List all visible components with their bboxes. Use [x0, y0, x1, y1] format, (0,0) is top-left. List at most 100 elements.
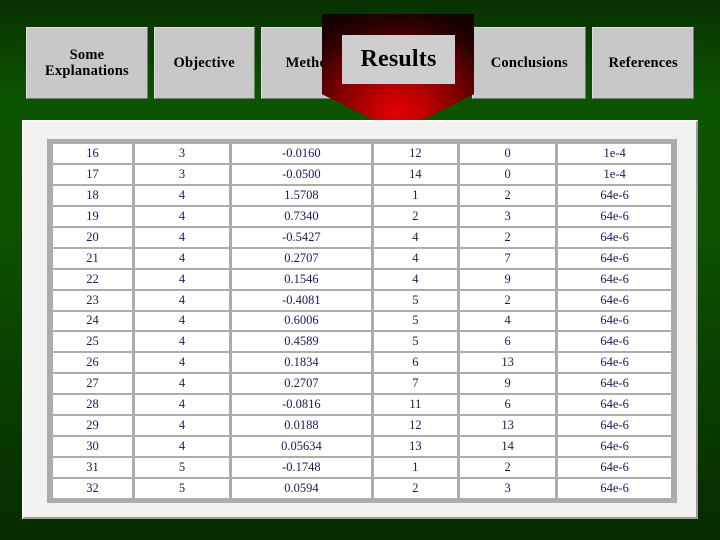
table-cell-count_a: 6 [373, 353, 457, 373]
table-cell-level: 5 [134, 479, 230, 498]
table-cell-count_b: 6 [459, 395, 556, 415]
table-cell-count_b: 2 [459, 458, 556, 477]
table-cell-tolerance: 64e-6 [558, 395, 671, 415]
table-cell-tolerance: 64e-6 [558, 290, 671, 310]
table-cell-count_b: 13 [459, 353, 556, 373]
table-cell-index: 17 [53, 164, 132, 184]
table-cell-count_b: 9 [459, 374, 556, 394]
table-row: 32 5 0.0594 2 3 64e-6 [53, 479, 671, 498]
table-cell-value: -0.1748 [232, 458, 371, 477]
table-cell-count_b: 7 [459, 248, 556, 268]
table-cell-tolerance: 64e-6 [558, 185, 671, 205]
nav-tab-results-label: Results [360, 46, 437, 72]
table-cell-level: 3 [134, 164, 230, 184]
table-cell-value: 0.1834 [232, 353, 371, 373]
table-cell-level: 4 [134, 416, 230, 436]
table-cell-count_a: 4 [373, 248, 457, 268]
table-cell-index: 19 [53, 206, 132, 226]
table-row: 20 4 -0.5427 4 2 64e-6 [53, 227, 671, 247]
table-cell-count_a: 11 [373, 395, 457, 415]
table-cell-value: -0.0160 [232, 144, 371, 163]
table-cell-index: 20 [53, 227, 132, 247]
table-cell-count_a: 4 [373, 227, 457, 247]
table-row: 24 4 0.6006 5 4 64e-6 [53, 311, 671, 331]
table-row: 28 4 -0.0816 11 6 64e-6 [53, 395, 671, 415]
table-cell-count_b: 9 [459, 269, 556, 289]
table-cell-index: 30 [53, 437, 132, 457]
table-cell-value: 0.1546 [232, 269, 371, 289]
table-cell-value: 0.7340 [232, 206, 371, 226]
table-row: 31 5 -0.1748 1 2 64e-6 [53, 458, 671, 477]
table-cell-count_b: 3 [459, 479, 556, 498]
table-cell-count_a: 2 [373, 479, 457, 498]
table-cell-level: 4 [134, 374, 230, 394]
table-cell-tolerance: 64e-6 [558, 479, 671, 498]
table-cell-index: 25 [53, 332, 132, 352]
table-cell-level: 4 [134, 248, 230, 268]
table-cell-index: 23 [53, 290, 132, 310]
table-cell-count_b: 4 [459, 311, 556, 331]
table-row: 23 4 -0.4081 5 2 64e-6 [53, 290, 671, 310]
table-cell-count_a: 1 [373, 185, 457, 205]
table-cell-tolerance: 64e-6 [558, 269, 671, 289]
table-cell-index: 18 [53, 185, 132, 205]
table-cell-count_a: 12 [373, 416, 457, 436]
table-cell-value: 0.0594 [232, 479, 371, 498]
table-cell-count_a: 5 [373, 311, 457, 331]
table-cell-count_a: 2 [373, 206, 457, 226]
table-cell-tolerance: 64e-6 [558, 458, 671, 477]
table-row: 18 4 1.5708 1 2 64e-6 [53, 185, 671, 205]
table-cell-level: 4 [134, 185, 230, 205]
table-cell-value: -0.0500 [232, 164, 371, 184]
results-table: 16 3 -0.0160 12 0 1e-4 17 3 -0.0500 14 0 1e-4 18 4 1.5… [50, 142, 674, 500]
table-cell-value: 0.2707 [232, 374, 371, 394]
table-cell-tolerance: 64e-6 [558, 437, 671, 457]
table-cell-index: 32 [53, 479, 132, 498]
table-row: 25 4 0.4589 5 6 64e-6 [53, 332, 671, 352]
table-cell-count_a: 5 [373, 332, 457, 352]
table-cell-count_a: 12 [373, 144, 457, 163]
table-cell-count_a: 4 [373, 269, 457, 289]
table-cell-count_b: 14 [459, 437, 556, 457]
table-cell-count_a: 5 [373, 290, 457, 310]
table-cell-tolerance: 1e-4 [558, 144, 671, 163]
table-cell-value: -0.4081 [232, 290, 371, 310]
table-cell-count_a: 13 [373, 437, 457, 457]
table-cell-tolerance: 64e-6 [558, 227, 671, 247]
nav-tab-results[interactable]: Results [342, 35, 455, 84]
content-panel: 16 3 -0.0160 12 0 1e-4 17 3 -0.0500 14 0 1e-4 18 4 1.5… [22, 120, 698, 519]
table-cell-index: 28 [53, 395, 132, 415]
table-cell-count_a: 14 [373, 164, 457, 184]
results-table-body: 16 3 -0.0160 12 0 1e-4 17 3 -0.0500 14 0 1e-4 18 4 1.5… [53, 144, 671, 498]
table-cell-value: 0.0188 [232, 416, 371, 436]
table-cell-level: 4 [134, 332, 230, 352]
table-row: 26 4 0.1834 6 13 64e-6 [53, 353, 671, 373]
table-row: 29 4 0.0188 12 13 64e-6 [53, 416, 671, 436]
table-cell-index: 26 [53, 353, 132, 373]
table-cell-level: 4 [134, 353, 230, 373]
table-cell-level: 4 [134, 437, 230, 457]
nav-tab-some-explanations[interactable]: Some Explanations [26, 27, 148, 99]
table-cell-value: -0.5427 [232, 227, 371, 247]
table-cell-count_b: 2 [459, 227, 556, 247]
table-cell-count_b: 0 [459, 164, 556, 184]
table-row: 19 4 0.7340 2 3 64e-6 [53, 206, 671, 226]
table-cell-tolerance: 64e-6 [558, 353, 671, 373]
table-cell-count_b: 0 [459, 144, 556, 163]
nav-tab-references[interactable]: References [592, 27, 694, 99]
table-cell-value: 0.6006 [232, 311, 371, 331]
table-cell-level: 4 [134, 290, 230, 310]
table-row: 27 4 0.2707 7 9 64e-6 [53, 374, 671, 394]
table-cell-level: 4 [134, 395, 230, 415]
table-cell-tolerance: 64e-6 [558, 332, 671, 352]
table-cell-level: 4 [134, 227, 230, 247]
table-cell-value: -0.0816 [232, 395, 371, 415]
table-row: 22 4 0.1546 4 9 64e-6 [53, 269, 671, 289]
table-cell-count_b: 13 [459, 416, 556, 436]
table-row: 17 3 -0.0500 14 0 1e-4 [53, 164, 671, 184]
table-cell-count_b: 3 [459, 206, 556, 226]
table-cell-level: 4 [134, 206, 230, 226]
nav-tab-conclusions[interactable]: Conclusions [472, 27, 587, 99]
table-cell-level: 4 [134, 311, 230, 331]
nav-tab-objective[interactable]: Objective [153, 27, 255, 99]
